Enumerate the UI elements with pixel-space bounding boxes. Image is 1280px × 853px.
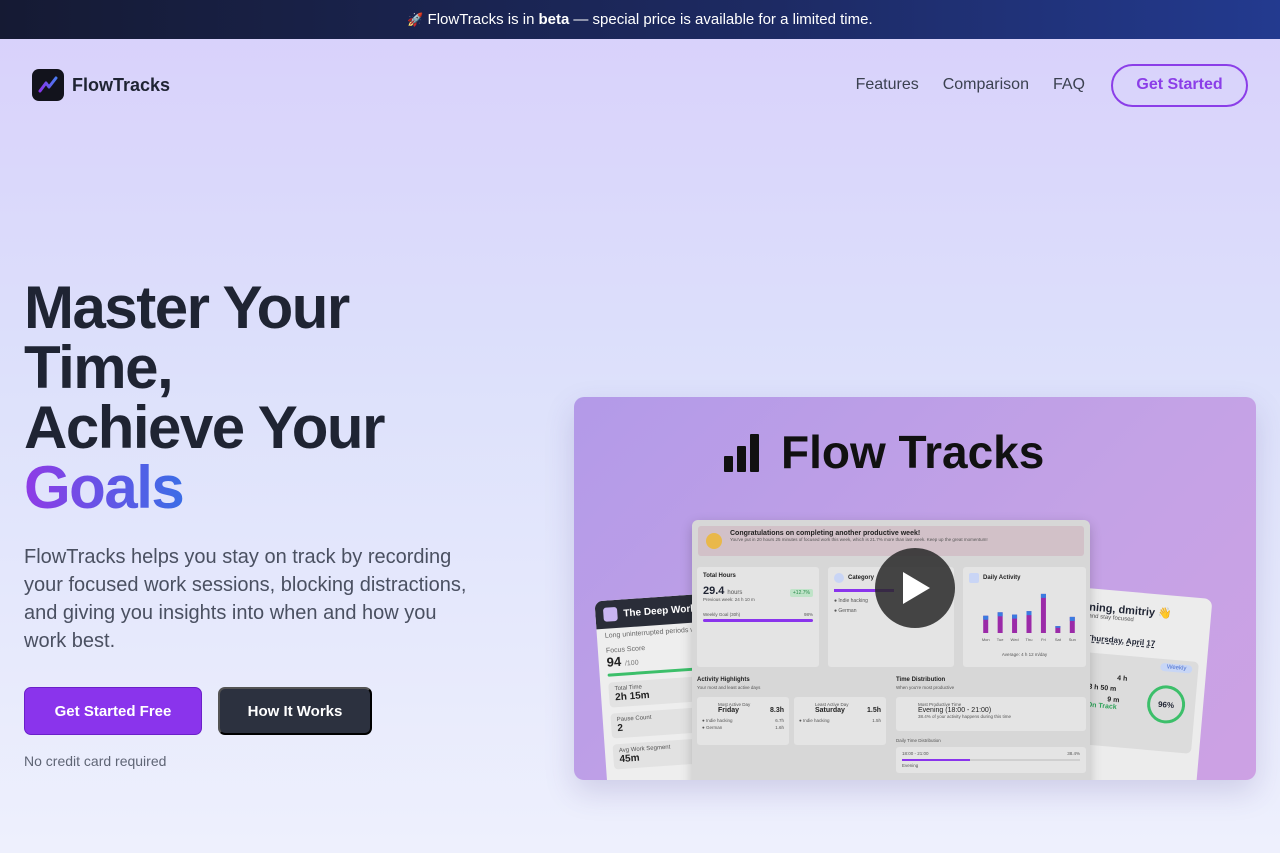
nav-link-faq[interactable]: FAQ — [1053, 76, 1085, 94]
banner-beta: beta — [538, 11, 570, 28]
get-started-free-button[interactable]: Get Started Free — [24, 687, 202, 735]
time-slot-row: 18:00 - 21:00 38.4% Evening — [896, 747, 1086, 773]
hero-description: FlowTracks helps you stay on track by re… — [24, 546, 467, 652]
logo-icon[interactable] — [32, 69, 64, 101]
daily-bar — [1040, 593, 1046, 633]
daily-bar-top — [997, 612, 1003, 617]
hero-title-line: Master Your — [24, 274, 350, 341]
rocket-icon: 🚀 — [407, 11, 424, 27]
video-brand-text: Flow Tracks — [781, 426, 1045, 478]
deep-work-title: The Deep Work — [622, 602, 697, 619]
nav-link-features[interactable]: Features — [856, 76, 919, 94]
beta-banner: 🚀 FlowTracks is in beta — special price … — [0, 0, 1280, 39]
daily-bar-top — [983, 615, 989, 620]
daily-day-label: Sat — [1055, 637, 1062, 642]
daily-bar-top — [1026, 611, 1032, 616]
hero-title: Master Your Time, Achieve Your Goals — [24, 274, 385, 521]
most-active-panel: Most Active Day Friday 8.3h ● Indie hacki… — [697, 697, 789, 745]
daily-activity-chart: Mon Tue Wed Thu Fri Sat Sun — [982, 593, 1076, 642]
daily-dist-label: Daily Time Distribution — [896, 738, 941, 743]
clock-icon — [834, 573, 844, 583]
deep-work-icon — [602, 606, 618, 622]
nav-link-comparison[interactable]: Comparison — [943, 76, 1029, 94]
brand-name[interactable]: FlowTracks — [72, 75, 170, 96]
top-nav: FlowTracks Features Comparison FAQ Get S… — [0, 39, 1280, 131]
bar-chart-icon — [724, 432, 763, 472]
daily-day-label: Sun — [1069, 637, 1076, 642]
play-button[interactable] — [875, 548, 955, 628]
greeting-date: Thursday, April 17 — [1086, 633, 1156, 649]
daily-day-label: Fri — [1041, 637, 1046, 642]
daily-day-label: Wed — [1010, 637, 1018, 642]
daily-bar-top — [1069, 616, 1075, 621]
daily-day-label: Tue — [997, 637, 1005, 642]
hero-title-accent: Goals — [24, 454, 185, 521]
banner-text-before: FlowTracks is in — [427, 11, 535, 28]
highlights-sub: Your most and least active days — [697, 685, 761, 690]
congrats-sub: You've put in 20 hours 25 minutes of foc… — [730, 537, 988, 542]
congrats-title: Congratulations on completing another pr… — [730, 530, 921, 537]
get-started-button[interactable]: Get Started — [1111, 63, 1248, 107]
calendar-icon — [969, 573, 979, 583]
no-credit-card-note: No credit card required — [24, 753, 167, 769]
total-hours-panel: Total Hours 29.4 hours +12.7% Previous w… — [697, 567, 819, 667]
daily-bar-top — [1055, 626, 1061, 628]
daily-day-label: Mon — [982, 637, 990, 642]
how-it-works-button[interactable]: How It Works — [218, 687, 372, 735]
trophy-icon — [706, 533, 722, 549]
weekly-panel: Weekly 4 h 3 h 50 m 9 m On Track 96% — [1077, 652, 1199, 754]
productive-time-panel: Most Productive Time Evening (18:00 - 21… — [896, 697, 1086, 731]
least-active-panel: Least Active Day Saturday 1.5h ● Indie ha… — [794, 697, 886, 745]
hours-change-badge: +12.7% — [789, 589, 813, 597]
total-hours-value: 29.4 — [703, 585, 725, 597]
demo-video[interactable]: Flow Tracks The Deep Work Long uninterru… — [574, 397, 1256, 780]
distribution-sub: When you're most productive — [896, 685, 955, 690]
video-brand: Flow Tracks — [724, 425, 1044, 479]
congrats-banner: Congratulations on completing another pr… — [698, 526, 1084, 556]
progress-ring: 96% — [1145, 683, 1187, 725]
slot-progress — [902, 759, 971, 761]
play-icon — [903, 572, 930, 604]
hero-title-line: Achieve Your — [24, 394, 385, 461]
highlights-label: Activity Highlights — [697, 677, 750, 683]
hero-title-line: Time, — [24, 334, 174, 401]
banner-text-after: — special price is available for a limit… — [573, 11, 873, 28]
weekly-badge: Weekly — [1160, 662, 1193, 674]
daily-activity-panel: Daily Activity Mon Tue Wed Thu Fri Sat Sun Ave… — [963, 567, 1086, 667]
daily-bar-top — [1040, 593, 1046, 598]
weekly-goal-bar — [703, 619, 813, 622]
distribution-label: Time Distribution — [896, 677, 946, 683]
daily-bar-top — [1012, 614, 1018, 619]
daily-day-label: Thu — [1026, 637, 1033, 642]
nav-links: Features Comparison FAQ Get Started — [832, 63, 1248, 107]
